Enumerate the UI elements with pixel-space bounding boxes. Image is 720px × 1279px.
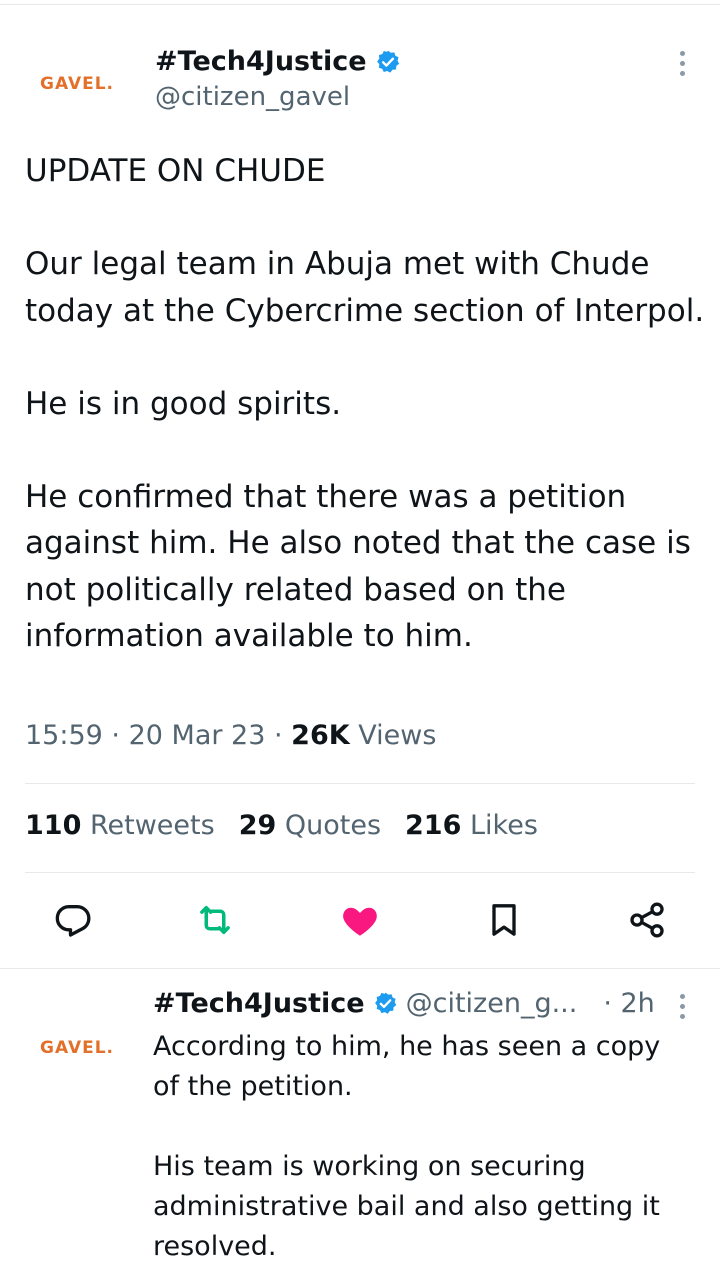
- tweet-date[interactable]: 20 Mar 23: [129, 720, 266, 751]
- verified-badge-icon: [374, 992, 396, 1014]
- gavel-logo: GAVEL.: [39, 1038, 115, 1058]
- top-divider: [0, 4, 720, 5]
- action-bar: [0, 892, 720, 952]
- reply-avatar[interactable]: GAVEL.: [22, 1026, 132, 1070]
- author-handle[interactable]: @citizen_gavel: [155, 80, 401, 114]
- views-count: 26K: [291, 720, 350, 751]
- divider: [25, 872, 695, 873]
- tweet-time[interactable]: 15:59: [25, 720, 103, 751]
- reply-author-name[interactable]: #Tech4Justice: [153, 988, 365, 1019]
- reply-icon: [55, 905, 91, 937]
- reply-button[interactable]: [45, 892, 101, 948]
- like-icon: [343, 907, 377, 936]
- tweet-meta: 15:59 · 20 Mar 23 · 26K Views: [25, 720, 437, 751]
- author-name[interactable]: #Tech4Justice: [155, 44, 367, 80]
- reply-author-handle[interactable]: @citizen_g...: [406, 988, 578, 1019]
- reply-header: #Tech4Justice @citizen_g... · 2h: [153, 988, 655, 1019]
- tweet-stats: 110 Retweets 29 Quotes 216 Likes: [25, 810, 538, 841]
- bookmark-icon: [492, 904, 516, 936]
- divider: [25, 783, 695, 784]
- bookmark-button[interactable]: [476, 892, 532, 948]
- avatar[interactable]: GAVEL.: [22, 62, 132, 106]
- likes-stat[interactable]: 216 Likes: [405, 810, 538, 841]
- reply-text: According to him, he has seen a copy of …: [153, 1031, 661, 1262]
- retweet-icon: [200, 906, 230, 934]
- more-options-icon[interactable]: [670, 994, 694, 1019]
- verified-badge-icon: [376, 50, 399, 73]
- share-icon: [630, 902, 664, 938]
- retweet-button[interactable]: [187, 892, 243, 948]
- share-button[interactable]: [619, 892, 675, 948]
- views-label: Views: [358, 720, 437, 751]
- more-options-icon[interactable]: [670, 51, 694, 76]
- quotes-stat[interactable]: 29 Quotes: [239, 810, 381, 841]
- reply-time[interactable]: · 2h: [603, 988, 654, 1019]
- like-button[interactable]: [332, 892, 388, 948]
- tweet-text: UPDATE ON CHUDE Our legal team in Abuja …: [25, 153, 705, 654]
- tweet-author[interactable]: #Tech4Justice @citizen_gavel: [155, 44, 401, 114]
- divider: [0, 968, 720, 969]
- retweets-stat[interactable]: 110 Retweets: [25, 810, 215, 841]
- gavel-logo: GAVEL.: [39, 74, 115, 94]
